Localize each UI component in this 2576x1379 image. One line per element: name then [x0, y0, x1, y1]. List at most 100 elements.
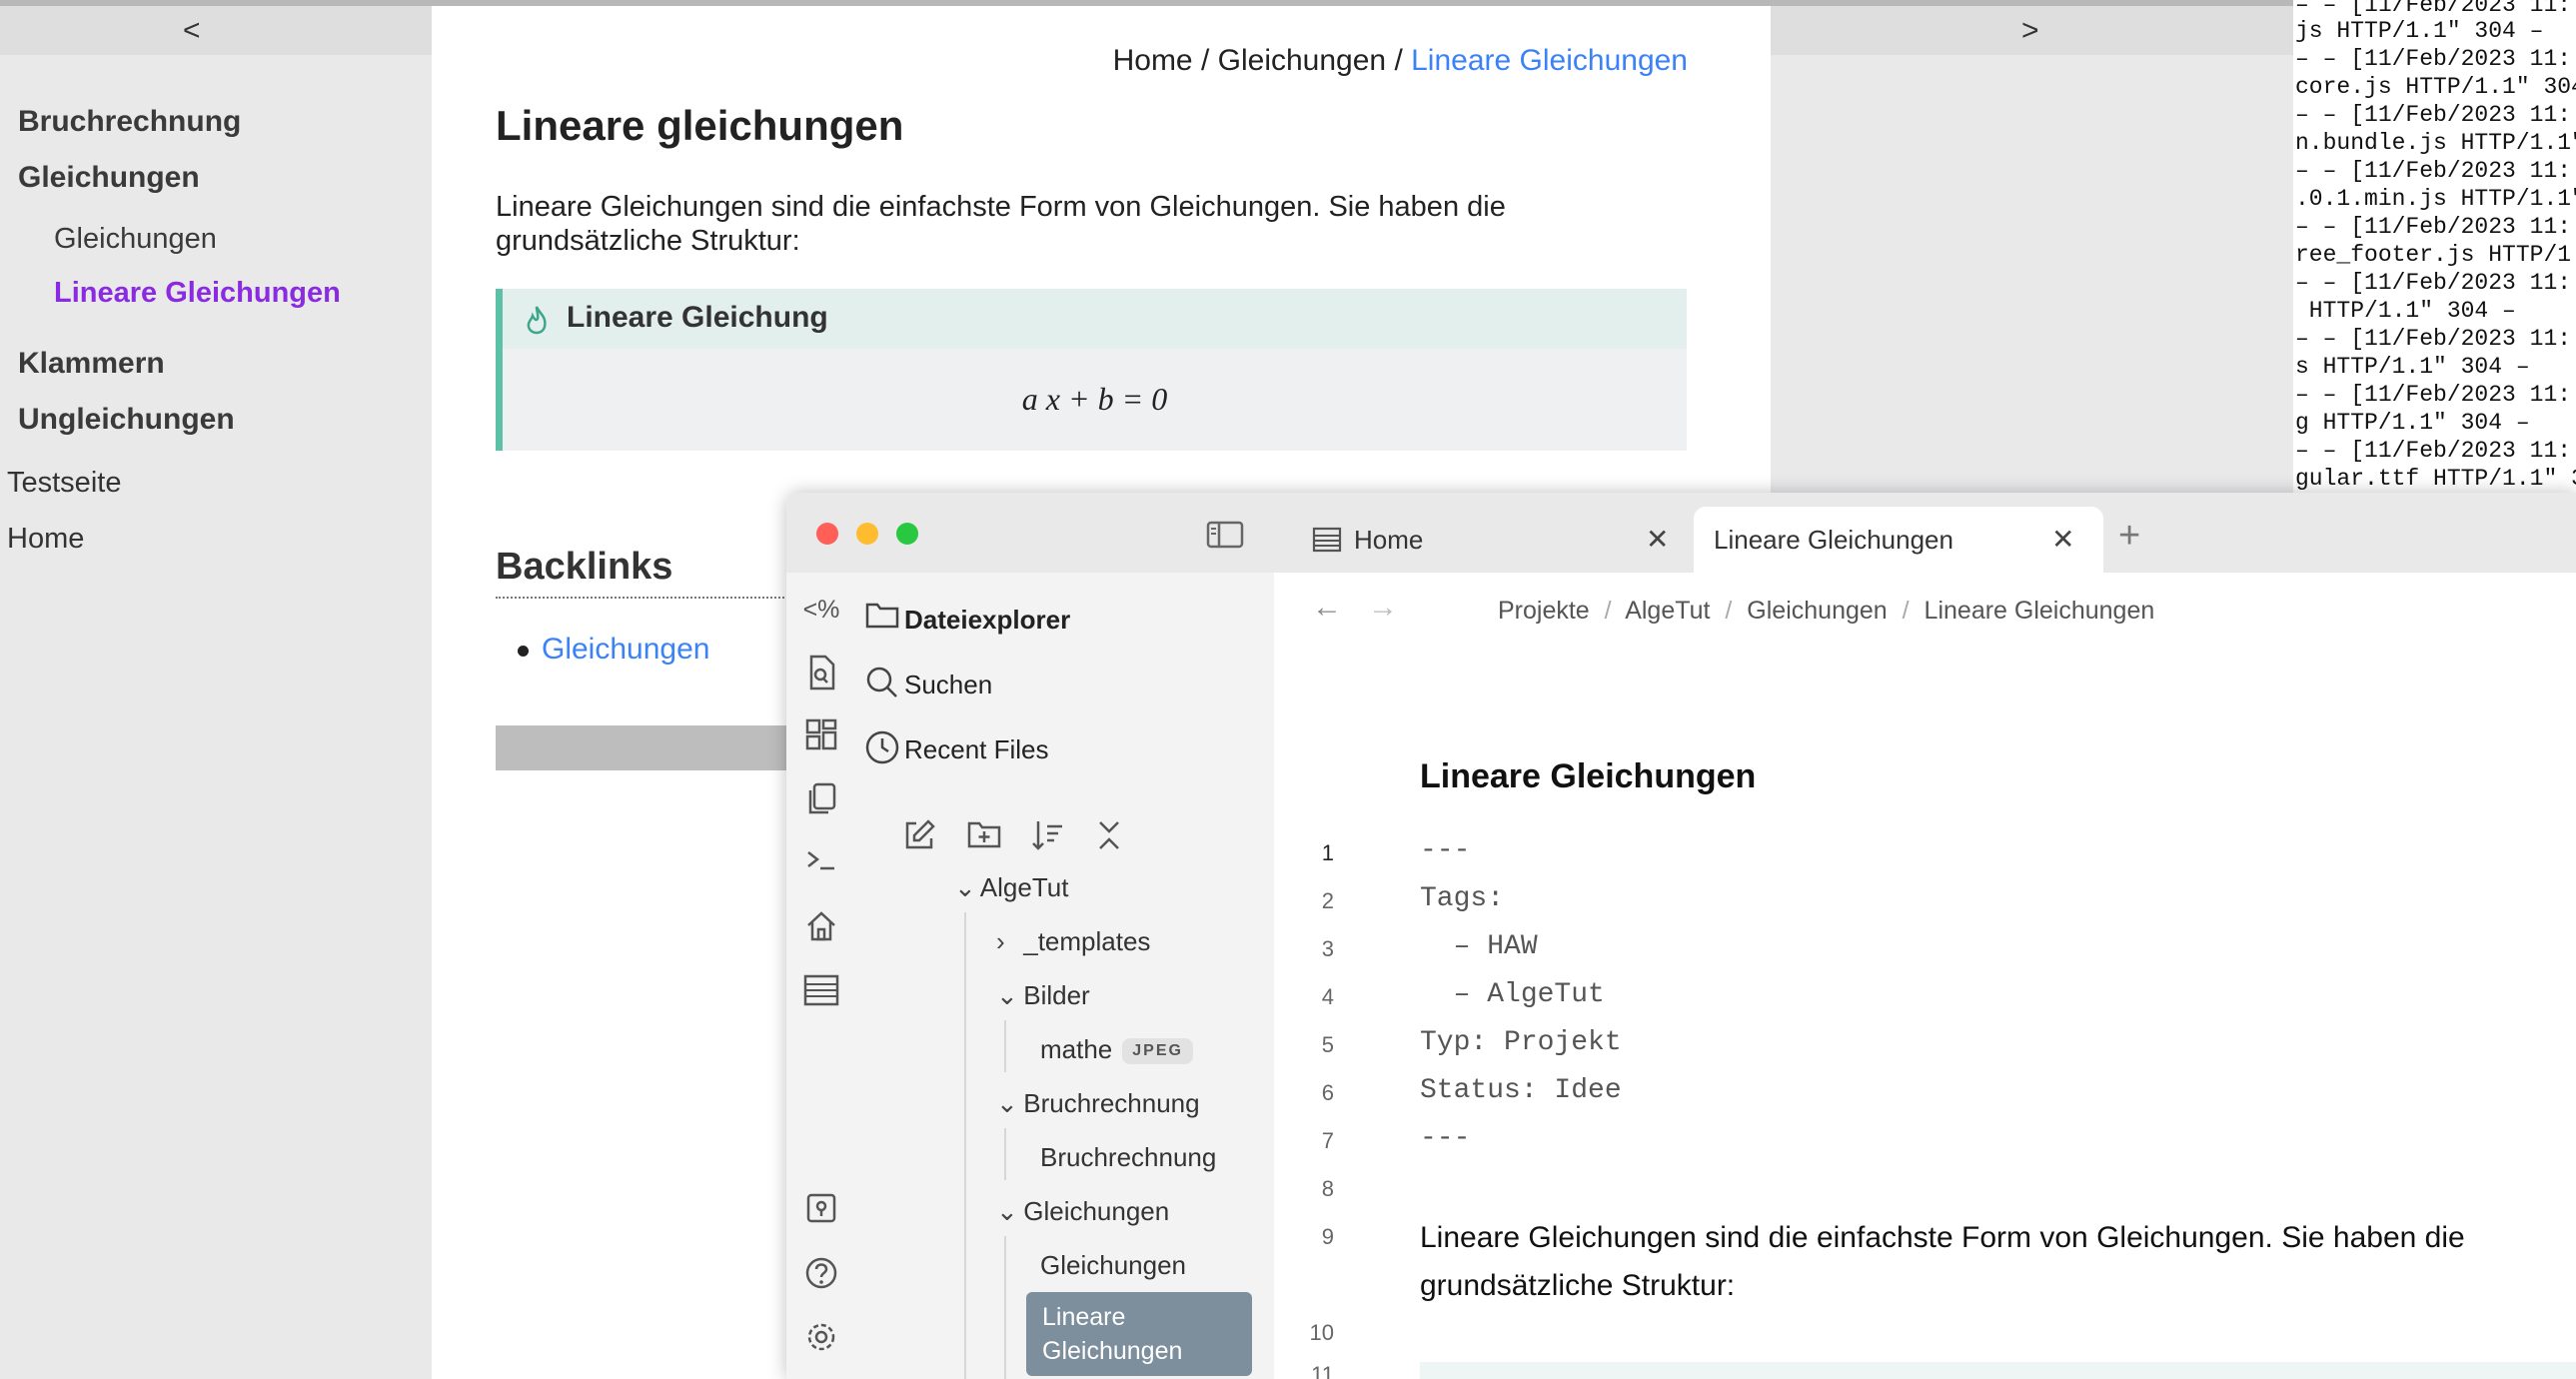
terminal-line: ree_footer.js HTTP/1. — [2295, 242, 2576, 268]
line-number: 3 — [1321, 936, 1334, 961]
open-file-icon[interactable] — [802, 655, 840, 692]
path-projekte[interactable]: Projekte — [1498, 597, 1590, 625]
formula: a x + b = 0 — [1021, 381, 1168, 417]
tree-folder-bruchrechnung[interactable]: ⌄ Bruchrechnung — [996, 1088, 1200, 1119]
new-note-icon[interactable] — [902, 818, 936, 857]
nav-subitem-gleichungen[interactable]: Gleichungen — [54, 223, 217, 256]
breadcrumb-gleichungen[interactable]: Gleichungen — [1218, 44, 1386, 77]
list-icon — [1312, 527, 1342, 560]
nav-item-ungleichungen[interactable]: Ungleichungen — [18, 403, 235, 437]
path-gleichungen[interactable]: Gleichungen — [1747, 597, 1887, 625]
collapse-all-icon[interactable] — [1094, 818, 1124, 857]
nav-item-home[interactable]: Home — [7, 523, 84, 556]
editor-pane: Home ✕ Lineare Gleichungen ✕ + ← → Proje… — [1274, 493, 2576, 1379]
nav-item-bruchrechnung[interactable]: Bruchrechnung — [18, 105, 241, 139]
tree-guide — [1004, 1128, 1006, 1180]
line-number: 7 — [1321, 1128, 1334, 1153]
line-number: 9 — [1321, 1224, 1334, 1249]
frontmatter-line[interactable]: Tags: — [1420, 883, 1504, 914]
clock-icon — [864, 729, 900, 765]
path-separator: / — [1902, 597, 1910, 625]
settings-gear-icon[interactable] — [802, 1320, 840, 1358]
definition-callout: Lineare Gleichung a x + b = 0 — [496, 289, 1687, 451]
tree-file-lineare-gleichungen[interactable]: Lineare Gleichungen — [1026, 1292, 1252, 1376]
recent-files-tab[interactable]: Recent Files — [904, 734, 1049, 765]
breadcrumb-home[interactable]: Home — [1113, 44, 1193, 77]
backlinks-heading: Backlinks — [496, 546, 673, 588]
sort-icon[interactable] — [1030, 818, 1066, 857]
terminal-line: – – [11/Feb/2023 11: — [2295, 0, 2572, 18]
tab-home[interactable]: Home ✕ — [1284, 507, 1684, 573]
bullet-dot — [518, 646, 529, 657]
terminal-line: s HTTP/1.1" 304 – — [2295, 354, 2530, 380]
chevron-down-icon: ⌄ — [954, 872, 976, 902]
sidebar-toggle-icon[interactable] — [1206, 521, 1244, 554]
list-icon[interactable] — [802, 974, 840, 1012]
tree-folder-templates[interactable]: › _templates — [996, 926, 1150, 957]
path-current-file[interactable]: Lineare Gleichungen — [1925, 597, 2155, 625]
home-icon[interactable] — [802, 910, 840, 948]
back-arrow-icon[interactable]: ← — [1312, 591, 1342, 625]
copy-icon[interactable] — [802, 782, 840, 820]
page-title: Lineare gleichungen — [496, 102, 904, 149]
minimize-window-button[interactable] — [856, 523, 878, 545]
terminal-icon[interactable] — [802, 846, 840, 884]
terminal-window: – – [11/Feb/2023 11: js HTTP/1.1" 304 – … — [2293, 0, 2576, 495]
help-icon[interactable] — [802, 1256, 840, 1294]
frontmatter-line[interactable]: – HAW — [1420, 931, 1538, 962]
path-separator: / — [1725, 597, 1733, 625]
chevron-down-icon: ⌄ — [996, 1088, 1018, 1118]
frontmatter-line[interactable]: Status: Idee — [1420, 1075, 1622, 1106]
search-tab[interactable]: Suchen — [904, 670, 992, 700]
terminal-line: – – [11/Feb/2023 11: — [2295, 326, 2572, 352]
line-number: 11 — [1311, 1362, 1334, 1379]
vault-icon[interactable] — [802, 1192, 840, 1230]
line-number: 4 — [1321, 984, 1334, 1009]
note-body-paragraph[interactable]: Lineare Gleichungen sind die einfachste … — [1420, 1214, 2559, 1310]
terminal-line: – – [11/Feb/2023 11: — [2295, 214, 2572, 240]
frontmatter-line[interactable]: --- — [1420, 1123, 1470, 1154]
close-window-button[interactable] — [816, 523, 838, 545]
close-icon[interactable]: ✕ — [1646, 523, 1669, 556]
forward-arrow-icon[interactable]: → — [1368, 591, 1398, 625]
terminal-line: – – [11/Feb/2023 11: — [2295, 382, 2572, 408]
tree-folder-algetut[interactable]: ⌄ AlgeTut — [954, 872, 1068, 903]
terminal-line: – – [11/Feb/2023 11: — [2295, 438, 2572, 464]
dashboard-icon[interactable] — [802, 718, 840, 756]
tree-file-bruchrechnung[interactable]: Bruchrechnung — [1040, 1142, 1216, 1173]
tab-bar: Home ✕ Lineare Gleichungen ✕ + — [1274, 493, 2576, 573]
backlink-gleichungen[interactable]: Gleichungen — [542, 633, 709, 667]
breadcrumb-current[interactable]: Lineare Gleichungen — [1411, 44, 1688, 77]
tree-file-mathe[interactable]: mathe JPEG — [1040, 1034, 1193, 1065]
chevron-down-icon: ⌄ — [996, 980, 1018, 1010]
frontmatter-line[interactable]: --- — [1420, 835, 1470, 866]
note-title[interactable]: Lineare Gleichungen — [1420, 757, 1756, 796]
terminal-line: HTTP/1.1" 304 – — [2295, 298, 2516, 324]
search-icon — [864, 665, 900, 700]
nav-item-klammern[interactable]: Klammern — [18, 347, 165, 381]
frontmatter-line[interactable]: Typ: Projekt — [1420, 1027, 1622, 1058]
tree-folder-gleichungen[interactable]: ⌄ Gleichungen — [996, 1196, 1169, 1227]
terminal-line: core.js HTTP/1.1" 304 — [2295, 74, 2576, 100]
terminal-line: n.bundle.js HTTP/1.1" — [2295, 130, 2576, 156]
tree-guide — [1004, 1020, 1006, 1072]
nav-item-testseite[interactable]: Testseite — [7, 467, 121, 500]
prev-page-button[interactable]: < — [183, 14, 201, 48]
tree-file-gleichungen[interactable]: Gleichungen — [1040, 1250, 1186, 1281]
nav-item-gleichungen[interactable]: Gleichungen — [18, 161, 200, 195]
file-explorer-tab[interactable]: Dateiexplorer — [904, 605, 1070, 636]
new-folder-icon[interactable] — [966, 818, 1002, 855]
line-number: 8 — [1321, 1176, 1334, 1201]
close-icon[interactable]: ✕ — [2051, 523, 2074, 556]
next-page-button[interactable]: > — [2021, 14, 2039, 48]
tab-lineare-gleichungen[interactable]: Lineare Gleichungen ✕ — [1694, 507, 2103, 573]
frontmatter-line[interactable]: – AlgeTut — [1420, 979, 1605, 1010]
maximize-window-button[interactable] — [896, 523, 918, 545]
path-algetut[interactable]: AlgeTut — [1625, 597, 1710, 625]
new-tab-button[interactable]: + — [2118, 515, 2140, 558]
templater-icon[interactable]: <% — [802, 591, 840, 629]
breadcrumb: Home / Gleichungen / Lineare Gleichungen — [1113, 44, 1688, 78]
tree-folder-bilder[interactable]: ⌄ Bilder — [996, 980, 1090, 1011]
terminal-line: – – [11/Feb/2023 11: — [2295, 270, 2572, 296]
nav-subitem-lineare-gleichungen[interactable]: Lineare Gleichungen — [54, 277, 341, 310]
